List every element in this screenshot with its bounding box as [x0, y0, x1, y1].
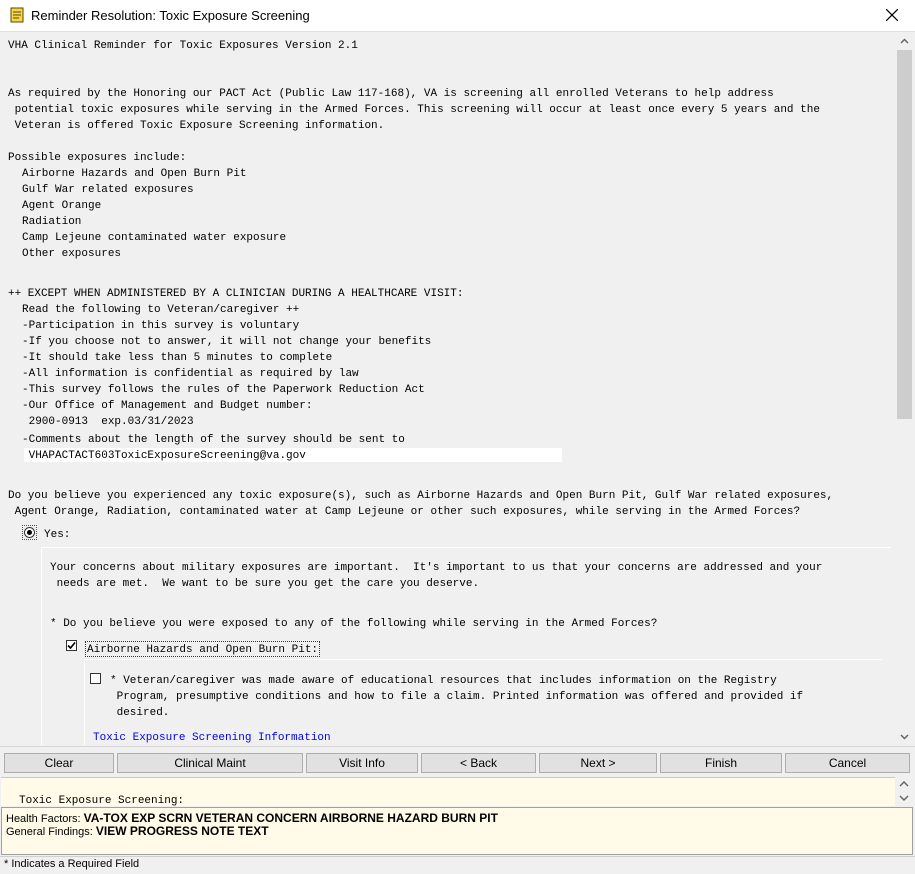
- back-button[interactable]: < Back: [421, 753, 536, 773]
- preview-scroll-arrows-icon: [899, 781, 909, 801]
- exposures-heading: Possible exposures include:: [8, 152, 187, 164]
- general-findings-value: VIEW PROGRESS NOTE TEXT: [95, 824, 269, 838]
- except-line: -This survey follows the rules of the Pa…: [22, 384, 425, 396]
- education-checkbox[interactable]: [90, 673, 101, 684]
- visit-info-button[interactable]: Visit Info: [306, 753, 418, 773]
- except-heading: ++ EXCEPT WHEN ADMINISTERED BY A CLINICI…: [8, 288, 464, 300]
- concern-line: Your concerns about military exposures a…: [50, 562, 823, 574]
- clinical-maint-button[interactable]: Clinical Maint: [117, 753, 303, 773]
- exposure-sub-question: * Do you believe you were exposed to any…: [50, 618, 658, 630]
- intro-line: Veteran is offered Toxic Exposure Screen…: [8, 120, 385, 132]
- preview-text: Toxic Exposure Screening:: [19, 795, 185, 806]
- except-line: Read the following to Veteran/caregiver …: [22, 304, 300, 316]
- status-bar: * Indicates a Required Field: [0, 856, 915, 874]
- intro-line: As required by the Honoring our PACT Act…: [8, 88, 774, 100]
- except-line: -If you choose not to answer, it will no…: [22, 336, 432, 348]
- button-bar: Clear Clinical Maint Visit Info < Back N…: [0, 746, 915, 779]
- exposure-item: Airborne Hazards and Open Burn Pit: [22, 168, 247, 180]
- except-line: -Participation in this survey is volunta…: [22, 320, 300, 332]
- except-line: -Our Office of Management and Budget num…: [22, 400, 313, 412]
- close-icon: [886, 9, 898, 21]
- yes-label[interactable]: Yes:: [44, 527, 70, 543]
- close-button[interactable]: [869, 0, 915, 31]
- toxic-exposure-info-link[interactable]: Toxic Exposure Screening Information: [93, 730, 331, 745]
- exposure-item: Other exposures: [22, 248, 122, 260]
- airborne-checkbox[interactable]: [66, 640, 77, 651]
- checkmark-icon: [67, 641, 76, 650]
- scroll-up-button[interactable]: [896, 33, 913, 50]
- education-line: Program, presumptive conditions and how …: [110, 691, 804, 703]
- preview-scrollbar[interactable]: [895, 777, 913, 805]
- health-factors-row: Health Factors: VA-TOX EXP SCRN VETERAN …: [6, 811, 498, 825]
- note-preview[interactable]: Toxic Exposure Screening:: [1, 777, 895, 806]
- radio-selected-dot: [27, 530, 32, 535]
- exposure-item: Agent Orange: [22, 200, 102, 212]
- clear-button[interactable]: Clear: [4, 753, 114, 773]
- except-line: -It should take less than 5 minutes to c…: [22, 352, 333, 364]
- education-line: desired.: [110, 707, 170, 719]
- except-line: -Comments about the length of the survey…: [22, 434, 405, 446]
- general-findings-label: General Findings:: [6, 826, 93, 838]
- yes-radio[interactable]: [24, 527, 35, 538]
- except-line: 2900-0913 exp.03/31/2023: [22, 416, 194, 428]
- airborne-label[interactable]: Airborne Hazards and Open Burn Pit:: [85, 641, 321, 657]
- reminder-dialog-content: VHA Clinical Reminder for Toxic Exposure…: [0, 33, 896, 745]
- education-line: * Veteran/caregiver was made aware of ed…: [110, 675, 777, 687]
- window-title: Reminder Resolution: Toxic Exposure Scre…: [31, 8, 310, 23]
- intro-line: potential toxic exposures while serving …: [8, 104, 820, 116]
- title-bar: Reminder Resolution: Toxic Exposure Scre…: [0, 0, 915, 32]
- chevron-down-icon: [900, 734, 909, 740]
- exposure-item: Radiation: [22, 216, 82, 228]
- health-factors-value: VA-TOX EXP SCRN VETERAN CONCERN AIRBORNE…: [83, 811, 498, 825]
- findings-panel: Health Factors: VA-TOX EXP SCRN VETERAN …: [1, 807, 913, 855]
- next-button[interactable]: Next >: [539, 753, 657, 773]
- contact-email: VHAPACTACT603ToxicExposureScreening@va.g…: [22, 450, 306, 462]
- reminder-header: VHA Clinical Reminder for Toxic Exposure…: [8, 40, 358, 52]
- content-scrollbar[interactable]: [896, 33, 913, 745]
- required-field-note: * Indicates a Required Field: [4, 858, 140, 870]
- reminder-app-icon: [9, 7, 25, 23]
- scroll-down-button[interactable]: [896, 728, 913, 745]
- finish-button[interactable]: Finish: [660, 753, 782, 773]
- chevron-up-icon: [900, 38, 909, 44]
- exposure-question: Do you believe you experienced any toxic…: [8, 490, 834, 502]
- except-line: -All information is confidential as requ…: [22, 368, 359, 380]
- cancel-button[interactable]: Cancel: [785, 753, 910, 773]
- scroll-thumb[interactable]: [897, 50, 912, 419]
- concern-line: needs are met. We want to be sure you ge…: [50, 578, 480, 590]
- exposure-item: Gulf War related exposures: [22, 184, 194, 196]
- exposure-question: Agent Orange, Radiation, contaminated wa…: [8, 506, 801, 518]
- exposure-item: Camp Lejeune contaminated water exposure: [22, 232, 287, 244]
- general-findings-row: General Findings: VIEW PROGRESS NOTE TEX…: [6, 824, 269, 838]
